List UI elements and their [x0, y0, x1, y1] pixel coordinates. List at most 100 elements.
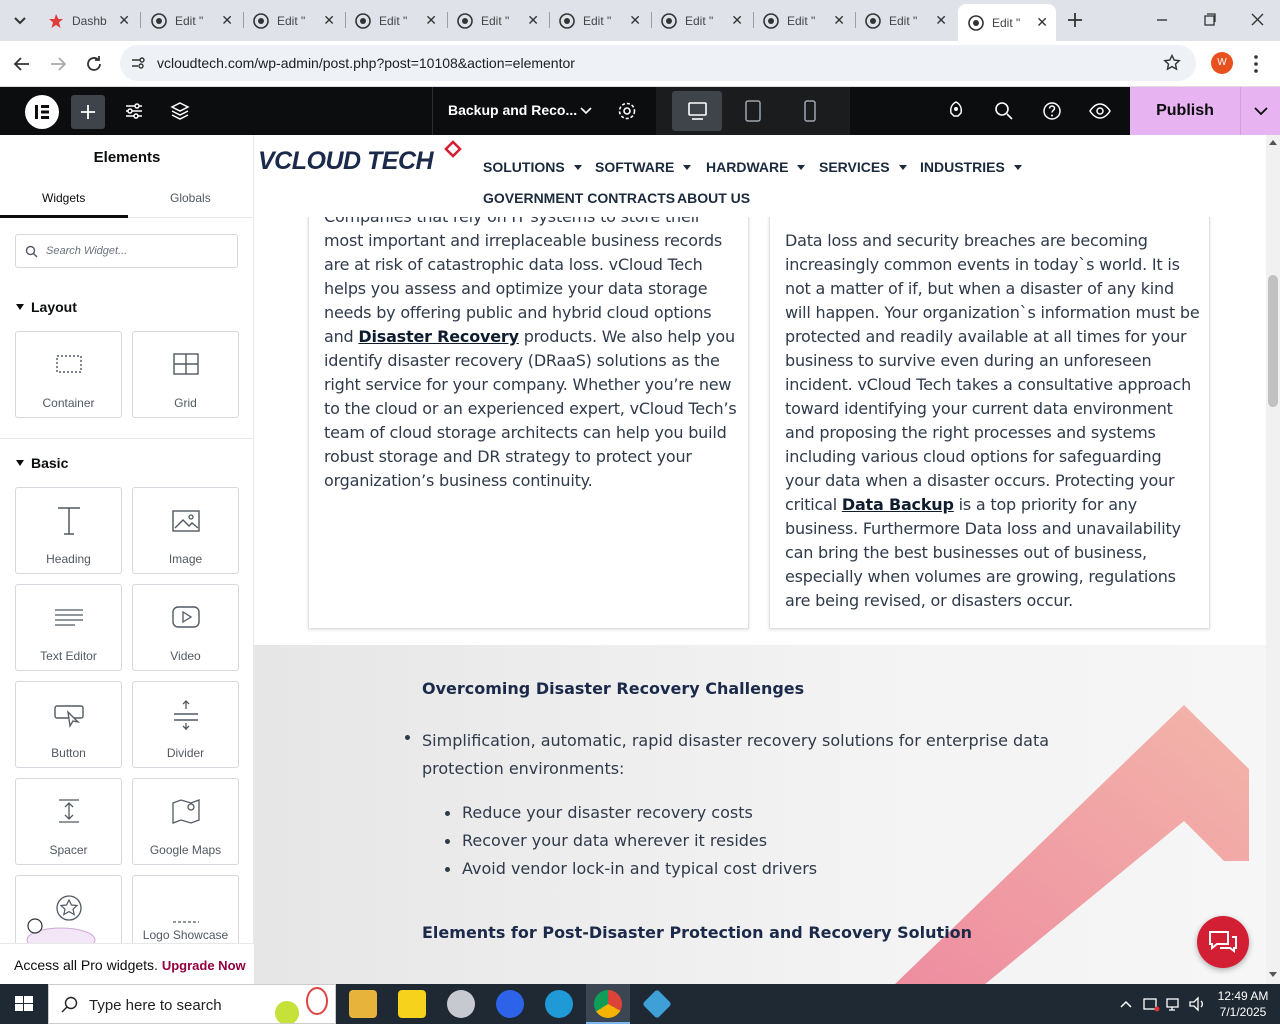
- widget-spacer[interactable]: Spacer: [15, 778, 122, 865]
- browser-tab[interactable]: Edit " ✕: [447, 7, 547, 34]
- nav-government-contracts[interactable]: GOVERNMENT CONTRACTS: [483, 190, 675, 206]
- close-tab-icon[interactable]: ✕: [935, 13, 947, 27]
- widget-video[interactable]: Video: [132, 584, 239, 671]
- tablet-icon[interactable]: [741, 99, 765, 123]
- widget-icon[interactable]: [15, 875, 122, 943]
- publish-options-button[interactable]: [1240, 87, 1280, 135]
- eye-icon[interactable]: [1088, 99, 1112, 123]
- sticky-notes-icon[interactable]: [398, 990, 426, 1018]
- search-icon[interactable]: [992, 99, 1016, 123]
- structure-button[interactable]: [168, 99, 192, 123]
- browser-tab[interactable]: Dashb ✕: [38, 7, 138, 34]
- scrollbar-thumb[interactable]: [1268, 275, 1278, 407]
- zoom-icon[interactable]: [496, 990, 524, 1018]
- widget-divider[interactable]: Divider: [132, 681, 239, 768]
- add-element-button[interactable]: [71, 95, 105, 129]
- taskbar-search-box[interactable]: Type here to search: [48, 984, 336, 1024]
- browser-tab[interactable]: Edit " ✕: [141, 7, 241, 34]
- edge-browser-icon[interactable]: [545, 990, 573, 1018]
- tab-globals[interactable]: Globals: [170, 191, 211, 205]
- new-tab-button[interactable]: [1064, 9, 1086, 31]
- widget-button[interactable]: Button: [15, 681, 122, 768]
- volume-icon[interactable]: [1188, 995, 1208, 1013]
- widget-label: Text Editor: [40, 649, 97, 663]
- document-title[interactable]: Backup and Reco...: [448, 102, 577, 118]
- network-icon[interactable]: [1165, 995, 1183, 1013]
- tab-widgets[interactable]: Widgets: [42, 191, 85, 205]
- browser-tab[interactable]: Edit " ✕: [651, 7, 751, 34]
- browser-tab[interactable]: Edit " ✕: [855, 7, 955, 34]
- tab-search-button[interactable]: [8, 8, 32, 32]
- restore-button[interactable]: [1198, 10, 1222, 30]
- section-layout[interactable]: Layout: [16, 299, 77, 315]
- browser-tab[interactable]: Edit " ✕: [243, 7, 343, 34]
- help-icon[interactable]: [1040, 99, 1064, 123]
- challenges-section[interactable]: Overcoming Disaster Recovery Challenges …: [254, 645, 1266, 984]
- browser-tab[interactable]: Edit " ✕: [753, 7, 853, 34]
- editor-canvas: Companies that rely on IT systems to sto…: [254, 135, 1266, 984]
- widget-logo-showcase[interactable]: Logo Showcase: [132, 875, 239, 943]
- system-clock[interactable]: 12:49 AM 7/1/2025: [1212, 988, 1274, 1020]
- desktop-view-button[interactable]: [672, 91, 722, 131]
- search-widget-input[interactable]: Search Widget...: [15, 234, 238, 268]
- close-tab-icon[interactable]: ✕: [833, 13, 845, 27]
- upgrade-now-link[interactable]: Upgrade Now: [162, 958, 246, 973]
- elementor-logo-button[interactable]: [25, 95, 59, 129]
- close-tab-icon[interactable]: ✕: [629, 13, 641, 27]
- vpn-app-icon[interactable]: [642, 989, 672, 1019]
- chevron-down-icon[interactable]: [578, 104, 594, 118]
- nav-hardware[interactable]: HARDWARE: [706, 159, 806, 175]
- publish-button[interactable]: Publish: [1130, 87, 1240, 135]
- canvas-scrollbar[interactable]: [1266, 135, 1280, 984]
- scroll-down-arrow-icon[interactable]: [1268, 971, 1278, 979]
- chat-button[interactable]: [1197, 916, 1249, 968]
- widget-image[interactable]: Image: [132, 487, 239, 574]
- close-tab-icon[interactable]: ✕: [527, 13, 539, 27]
- close-tab-icon[interactable]: ✕: [221, 13, 233, 27]
- nav-industries[interactable]: INDUSTRIES: [920, 159, 1022, 175]
- close-window-button[interactable]: [1245, 10, 1269, 30]
- browser-menu-button[interactable]: [1248, 53, 1264, 75]
- nav-solutions[interactable]: SOLUTIONS: [483, 159, 582, 175]
- browser-tab[interactable]: Edit " ✕: [345, 7, 445, 34]
- widget-text-editor[interactable]: Text Editor: [15, 584, 122, 671]
- nav-about-us[interactable]: ABOUT US: [677, 190, 750, 206]
- site-logo[interactable]: VCLOUD TECH: [258, 140, 464, 183]
- site-settings-button[interactable]: [122, 99, 146, 123]
- section-basic[interactable]: Basic: [16, 455, 68, 471]
- mobile-icon[interactable]: [798, 99, 822, 123]
- forward-button[interactable]: [46, 52, 70, 76]
- close-tab-icon[interactable]: ✕: [118, 13, 130, 27]
- browser-tab[interactable]: Edit " ✕: [549, 7, 649, 34]
- close-tab-icon[interactable]: ✕: [731, 13, 743, 27]
- widget-container[interactable]: Container: [15, 331, 122, 418]
- address-bar[interactable]: vcloudtech.com/wp-admin/post.php?post=10…: [120, 45, 1196, 81]
- back-button[interactable]: [10, 52, 34, 76]
- chrome-icon[interactable]: [594, 990, 622, 1018]
- data-backup-link[interactable]: Data Backup: [842, 495, 954, 514]
- file-explorer-icon[interactable]: [349, 990, 377, 1018]
- site-info-icon[interactable]: [130, 55, 146, 71]
- chevron-up-icon[interactable]: [1118, 996, 1134, 1012]
- profile-avatar[interactable]: W: [1211, 52, 1233, 74]
- gear-icon[interactable]: [616, 100, 638, 122]
- disaster-recovery-link[interactable]: Disaster Recovery: [358, 327, 519, 346]
- rocket-icon[interactable]: [944, 99, 968, 123]
- paint-app-icon[interactable]: [447, 990, 475, 1018]
- scroll-up-arrow-icon[interactable]: [1268, 138, 1278, 146]
- close-tab-icon[interactable]: ✕: [1036, 15, 1048, 29]
- nav-software[interactable]: SOFTWARE: [595, 159, 692, 175]
- search-icon: [61, 996, 78, 1013]
- reload-button[interactable]: [82, 52, 106, 76]
- nav-services[interactable]: SERVICES: [819, 159, 907, 175]
- close-tab-icon[interactable]: ✕: [425, 13, 437, 27]
- minimize-button[interactable]: [1150, 10, 1174, 30]
- widget-heading[interactable]: Heading: [15, 487, 122, 574]
- browser-tab-active[interactable]: Edit " ✕: [958, 4, 1056, 41]
- widget-google-maps[interactable]: Google Maps: [132, 778, 239, 865]
- meet-now-icon[interactable]: [1142, 995, 1160, 1013]
- bookmark-star-icon[interactable]: [1163, 54, 1181, 72]
- close-tab-icon[interactable]: ✕: [323, 13, 335, 27]
- start-button[interactable]: [0, 984, 48, 1024]
- widget-grid[interactable]: Grid: [132, 331, 239, 418]
